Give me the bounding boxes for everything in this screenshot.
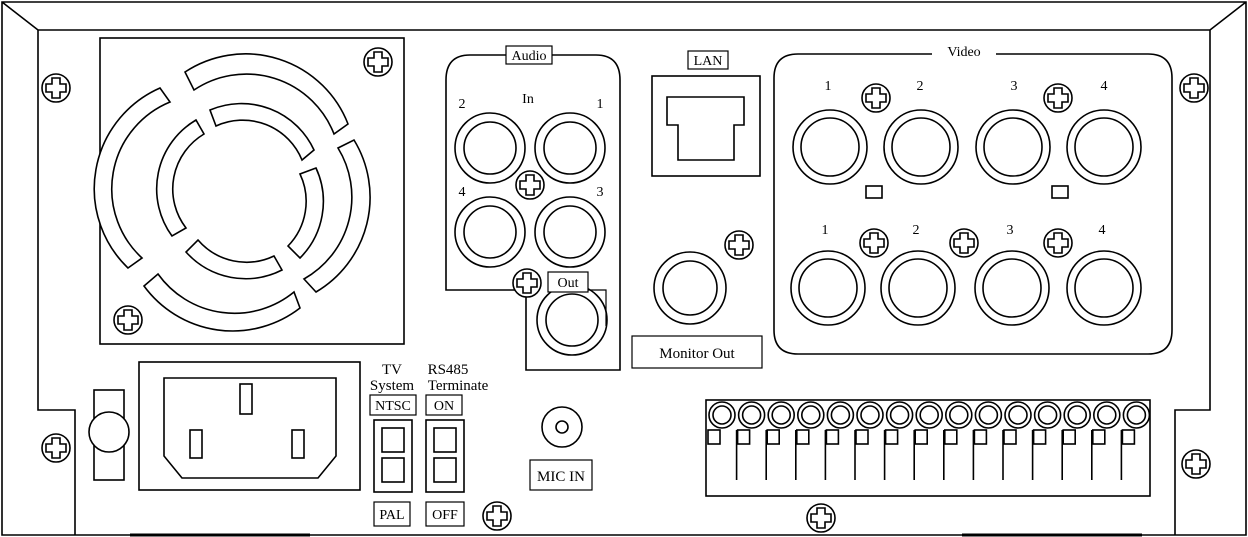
video-loop-jack[interactable]: [1066, 250, 1142, 326]
video-in-jack[interactable]: [1066, 109, 1142, 185]
video-in-jack[interactable]: [792, 109, 868, 185]
off-label: OFF: [432, 508, 458, 523]
video-loop-ch-label: 1: [822, 223, 829, 238]
audio-label: Audio: [512, 49, 547, 64]
screw-icon: [859, 228, 889, 258]
screw-icon: [512, 268, 542, 298]
pal-label: PAL: [379, 508, 404, 523]
video-loop-ch-label: 2: [913, 223, 920, 238]
screw-icon: [724, 230, 754, 260]
audio-in-label: In: [522, 92, 534, 107]
rs485-label: RS485: [428, 362, 469, 378]
video-indicator: [865, 185, 883, 199]
screw-icon: [1181, 449, 1211, 479]
video-loop-ch-label: 4: [1099, 223, 1106, 238]
power-inlet[interactable]: [138, 361, 361, 491]
fan-grille: [93, 37, 405, 345]
ntsc-label: NTSC: [375, 399, 411, 414]
system-label: System: [370, 378, 415, 394]
video-in-ch-label: 3: [1011, 79, 1018, 94]
video-label: Video: [947, 45, 980, 60]
audio-in-ch-label: 4: [459, 185, 466, 200]
video-loop-jack[interactable]: [880, 250, 956, 326]
audio-in-ch-label: 1: [597, 97, 604, 112]
audio-in-ch-label: 3: [597, 185, 604, 200]
audio-in-jack[interactable]: [534, 112, 606, 184]
screw-icon: [515, 170, 545, 200]
rs485-terminate-switch[interactable]: [425, 419, 465, 493]
terminate-label: Terminate: [428, 378, 489, 394]
monitor-out-label: Monitor Out: [659, 346, 735, 362]
screw-icon: [949, 228, 979, 258]
video-in-jack[interactable]: [883, 109, 959, 185]
screw-icon: [1043, 228, 1073, 258]
screw-icon: [806, 503, 836, 533]
screw-icon: [41, 73, 71, 103]
monitor-out-jack[interactable]: [653, 251, 727, 325]
video-loop-jack[interactable]: [790, 250, 866, 326]
screw-icon: [363, 47, 393, 77]
audio-in-jack[interactable]: [454, 112, 526, 184]
terminal-block: [705, 399, 1151, 497]
power-clip: [88, 389, 130, 481]
video-in-jack[interactable]: [975, 109, 1051, 185]
mic-in-jack[interactable]: [541, 406, 583, 448]
screw-icon: [41, 433, 71, 463]
video-loop-jack[interactable]: [974, 250, 1050, 326]
on-label: ON: [434, 399, 454, 414]
video-indicator: [1051, 185, 1069, 199]
tv-system-switch[interactable]: [373, 419, 413, 493]
video-in-ch-label: 1: [825, 79, 832, 94]
audio-in-jack[interactable]: [454, 196, 526, 268]
lan-label: LAN: [694, 54, 723, 69]
tv-label: TV: [382, 362, 402, 378]
video-in-ch-label: 2: [917, 79, 924, 94]
dvr-rear-panel: Audio In 2 1 4 3 Out LAN Monitor Out Vid…: [1, 1, 1247, 537]
mic-in-label: MIC IN: [537, 469, 585, 485]
screw-icon: [861, 83, 891, 113]
audio-out-jack[interactable]: [536, 284, 608, 356]
video-in-ch-label: 4: [1101, 79, 1108, 94]
lan-port[interactable]: [651, 75, 761, 177]
screw-icon: [1043, 83, 1073, 113]
audio-out-label: Out: [558, 276, 579, 291]
audio-in-jack[interactable]: [534, 196, 606, 268]
video-loop-ch-label: 3: [1007, 223, 1014, 238]
screw-icon: [482, 501, 512, 531]
screw-icon: [1179, 73, 1209, 103]
audio-in-ch-label: 2: [459, 97, 466, 112]
screw-icon: [113, 305, 143, 335]
